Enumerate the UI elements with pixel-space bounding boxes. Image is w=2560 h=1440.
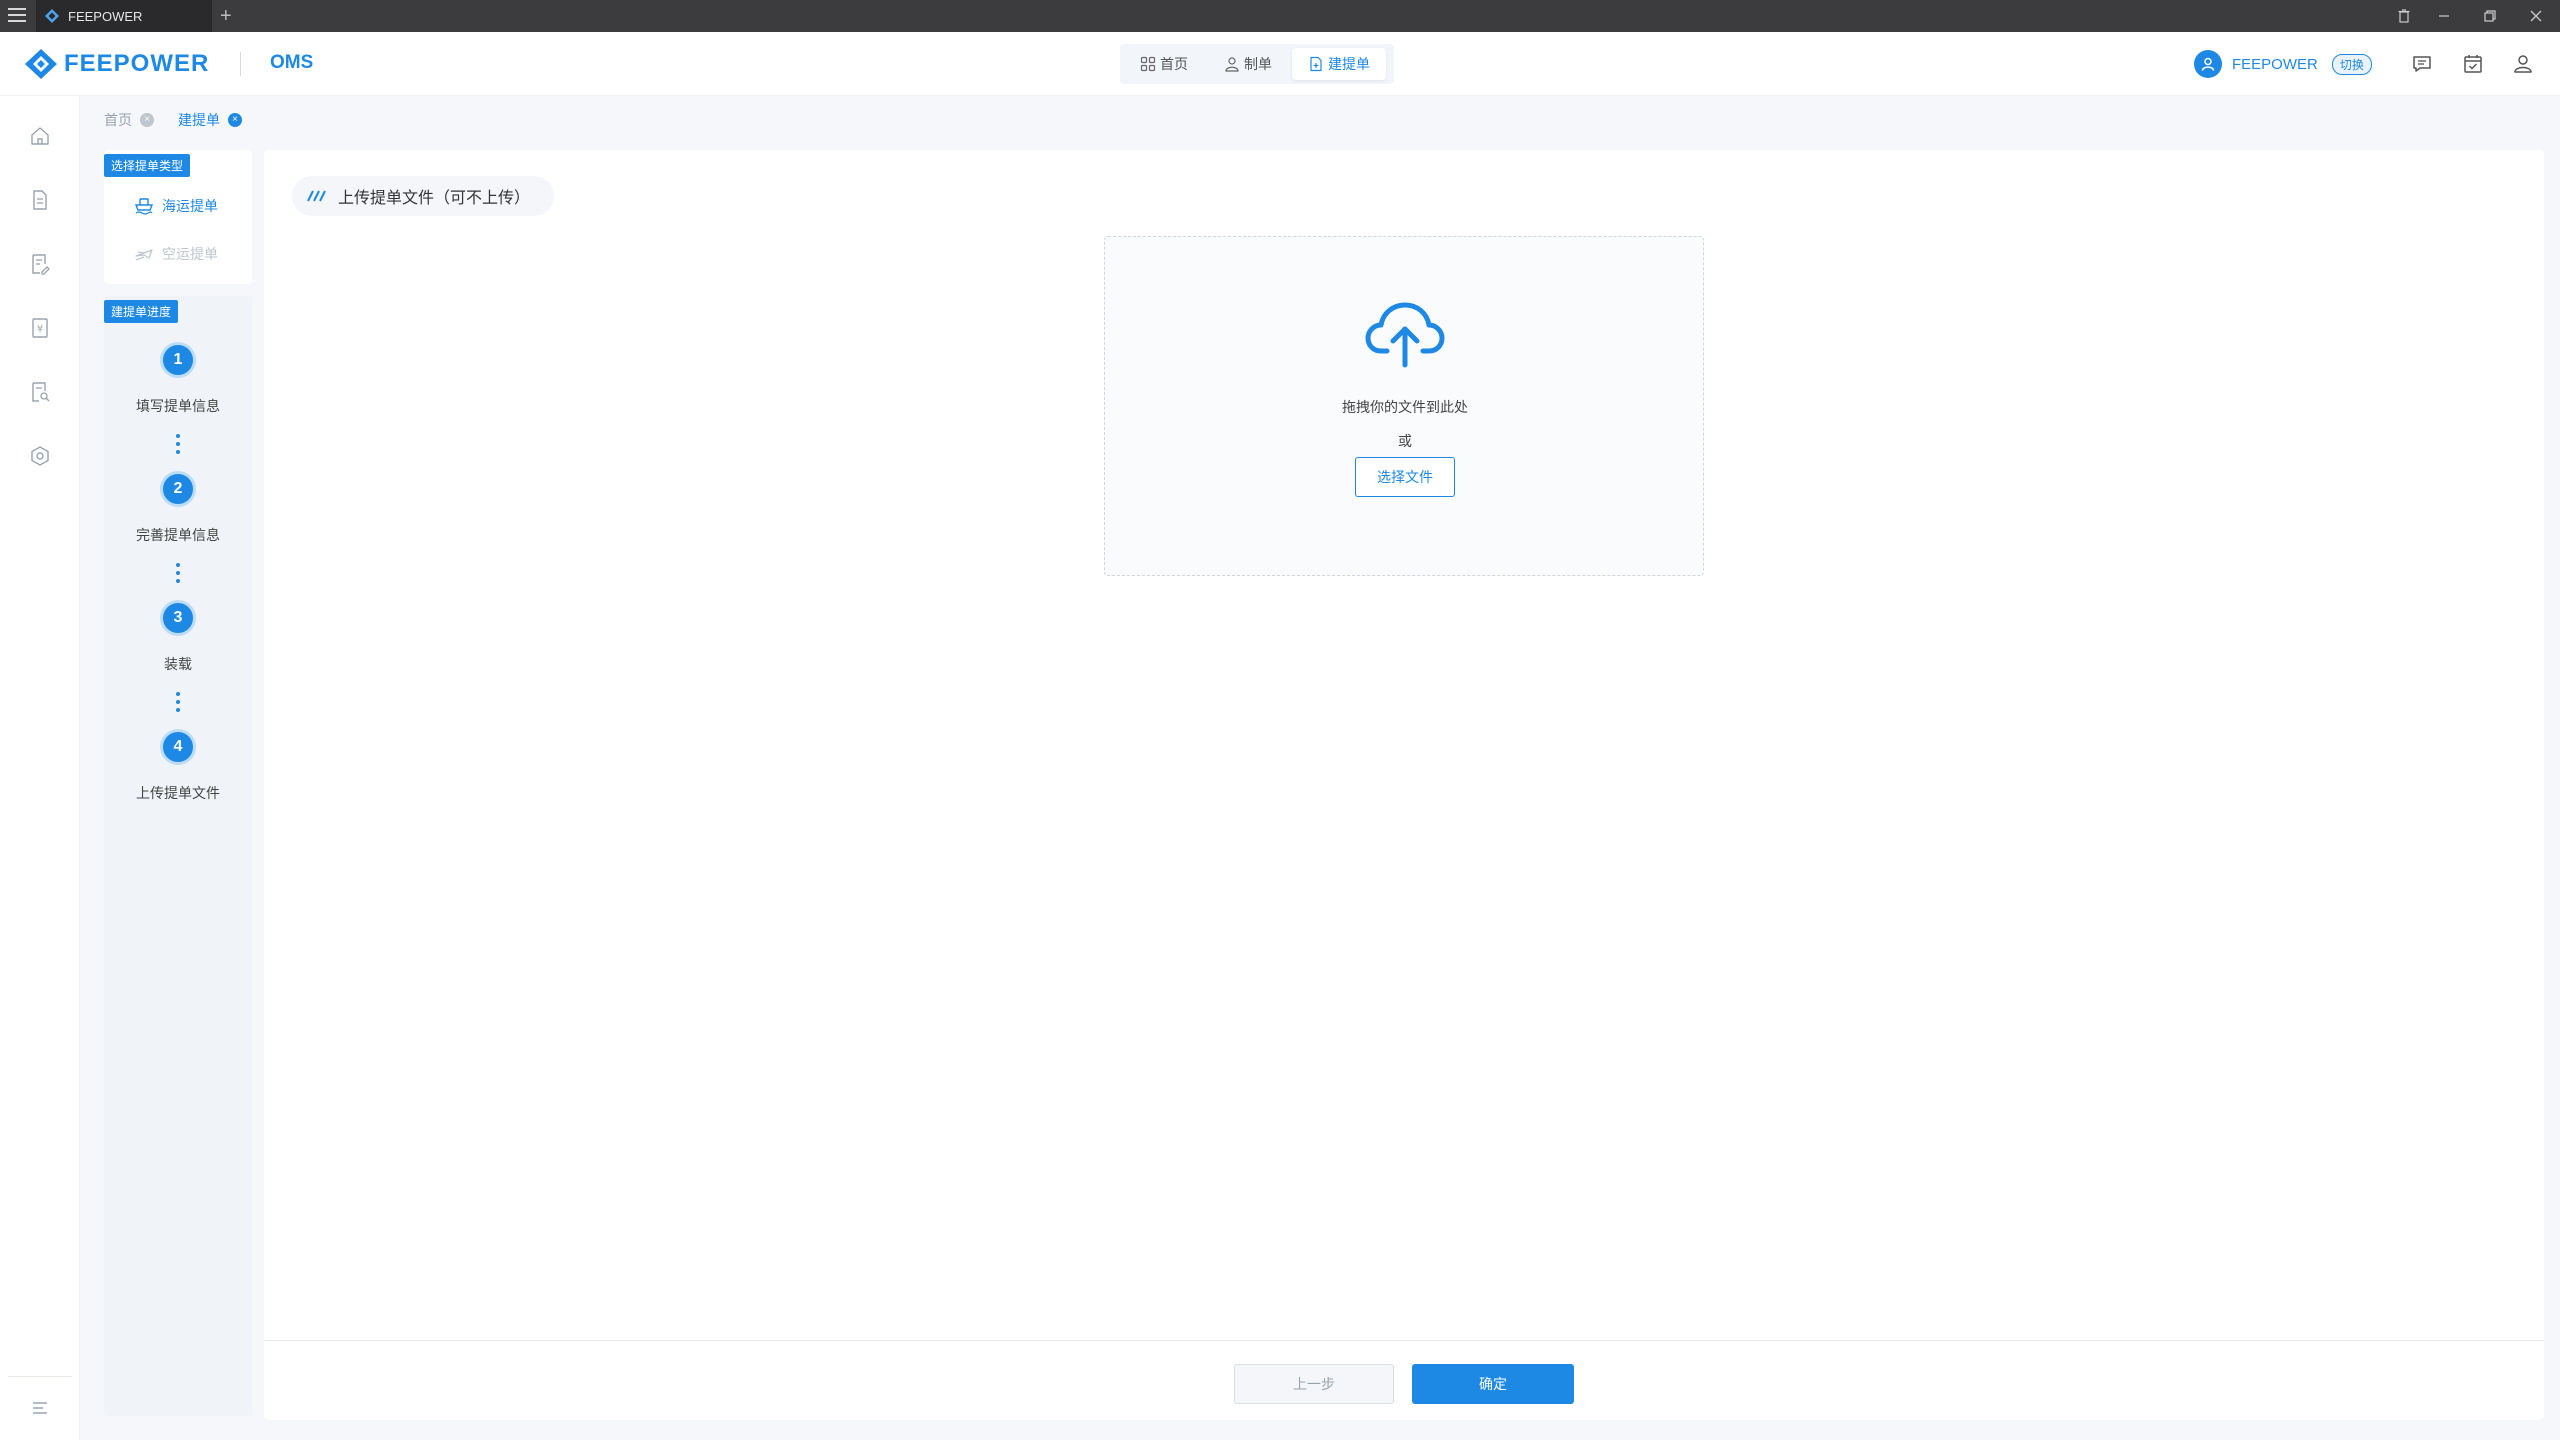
bl-progress-panel: 建提单进度 1 填写提单信息 2 完善提单信息 3 装载 4 上传提单文件	[104, 296, 252, 1416]
progress-step: 1 填写提单信息	[104, 342, 252, 416]
type-sea-bl-label: 海运提单	[162, 198, 218, 214]
edit-document-icon[interactable]	[28, 252, 52, 276]
type-air-bl-label: 空运提单	[162, 246, 218, 262]
switch-account-button[interactable]: 切换	[2331, 53, 2372, 75]
minimize-icon[interactable]	[2424, 0, 2464, 32]
brand-logo[interactable]: FEEPOWER	[24, 48, 209, 80]
nav-create-bl[interactable]: 建提单	[1292, 48, 1386, 80]
doc-add-icon	[1310, 56, 1322, 72]
feepower-logo-icon	[45, 9, 59, 23]
step-number: 2	[160, 471, 196, 507]
search-document-icon[interactable]	[28, 380, 52, 404]
nav-create-bl-label: 建提单	[1328, 56, 1370, 72]
new-tab-button[interactable]: +	[220, 4, 232, 28]
crumb-create-bl-label: 建提单	[178, 112, 220, 128]
app-header: FEEPOWER OMS 首页 制单 建提单 FEEPOWER 切换	[0, 32, 2560, 96]
step-connector	[175, 434, 181, 458]
header-divider	[240, 52, 241, 76]
top-nav: 首页 制单 建提单	[1120, 44, 1394, 84]
app-name: OMS	[270, 52, 314, 73]
trash-icon[interactable]	[2384, 0, 2424, 32]
invoice-icon[interactable]: ¥	[28, 316, 52, 340]
step-label: 完善提单信息	[136, 527, 220, 543]
close-tab-icon[interactable]: ×	[140, 113, 154, 127]
user-icon[interactable]	[2511, 52, 2535, 76]
bl-progress-badge: 建提单进度	[104, 300, 179, 323]
main-content: 上传提单文件（可不上传） 拖拽你的文件到此处 或 选择文件 上一步 确定	[264, 150, 2544, 1420]
grid-icon	[1140, 56, 1156, 72]
drag-hint: 拖拽你的文件到此处	[1342, 399, 1468, 415]
user-name: FEEPOWER	[2232, 55, 2318, 73]
breadcrumb: 首页 × 建提单 ×	[104, 110, 266, 130]
nav-home[interactable]: 首页	[1124, 48, 1204, 80]
feepower-logo-icon	[25, 49, 57, 79]
person-doc-icon	[1225, 57, 1239, 72]
nav-make-order[interactable]: 制单	[1208, 48, 1288, 80]
file-dropzone[interactable]: 拖拽你的文件到此处 或 选择文件	[1104, 236, 1704, 576]
or-text: 或	[1398, 433, 1412, 449]
section-title: 上传提单文件（可不上传）	[292, 176, 555, 216]
type-sea-bl[interactable]: 海运提单	[134, 196, 218, 216]
step-number: 3	[160, 600, 196, 636]
step-number: 1	[160, 342, 196, 378]
confirm-button[interactable]: 确定	[1412, 1364, 1574, 1404]
ship-icon	[134, 198, 154, 215]
message-icon[interactable]	[2410, 52, 2434, 76]
section-title-text: 上传提单文件（可不上传）	[338, 190, 531, 207]
nav-make-order-label: 制单	[1244, 56, 1272, 72]
user-avatar-icon	[2194, 50, 2222, 78]
svg-text:¥: ¥	[37, 324, 43, 335]
progress-step: 3 装载	[104, 600, 252, 674]
cloud-upload-icon	[1365, 302, 1445, 368]
window-titlebar: FEEPOWER +	[0, 0, 2560, 32]
step-label: 填写提单信息	[136, 398, 220, 414]
home-icon[interactable]	[28, 124, 52, 148]
brand-name: FEEPOWER	[64, 50, 210, 77]
bl-type-panel: 选择提单类型 海运提单 空运提单	[104, 150, 252, 284]
icon-sidebar: ¥	[0, 96, 80, 1440]
crumb-home-label: 首页	[104, 112, 132, 128]
restore-icon[interactable]	[2470, 0, 2510, 32]
step-connector	[175, 563, 181, 587]
close-icon[interactable]	[2516, 0, 2556, 32]
settings-hexagon-icon[interactable]	[28, 444, 52, 468]
document-icon[interactable]	[28, 188, 52, 212]
step-number: 4	[160, 729, 196, 765]
footer-divider	[264, 1340, 2544, 1341]
step-label: 上传提单文件	[136, 785, 220, 801]
choose-file-button[interactable]: 选择文件	[1355, 457, 1455, 497]
user-menu[interactable]: FEEPOWER 切换	[2194, 50, 2372, 78]
crumb-create-bl[interactable]: 建提单 ×	[178, 110, 242, 130]
step-connector	[175, 692, 181, 716]
nav-home-label: 首页	[1160, 56, 1188, 72]
progress-step: 4 上传提单文件	[104, 729, 252, 803]
tab-title: FEEPOWER	[68, 8, 143, 24]
calendar-check-icon[interactable]	[2461, 52, 2485, 76]
step-label: 装载	[164, 656, 192, 672]
slash-marks-icon	[307, 190, 326, 202]
progress-step: 2 完善提单信息	[104, 471, 252, 545]
type-air-bl[interactable]: 空运提单	[134, 244, 218, 264]
crumb-home[interactable]: 首页 ×	[104, 110, 154, 130]
plane-icon	[135, 249, 153, 261]
previous-step-button[interactable]: 上一步	[1234, 1364, 1394, 1404]
menu-expand-icon[interactable]	[28, 1396, 52, 1420]
close-tab-icon[interactable]: ×	[228, 113, 242, 127]
bl-type-badge: 选择提单类型	[104, 154, 191, 177]
sidebar-divider	[8, 1376, 72, 1377]
browser-tab[interactable]: FEEPOWER	[36, 0, 212, 32]
hamburger-menu-icon[interactable]	[8, 8, 26, 24]
